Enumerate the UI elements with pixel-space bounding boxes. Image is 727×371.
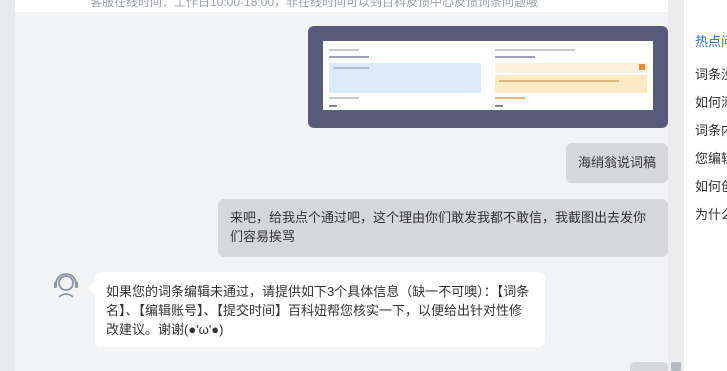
image-message[interactable] xyxy=(308,26,668,128)
headset-icon xyxy=(51,270,81,300)
screenshot-thumbnail[interactable] xyxy=(323,41,653,110)
hot-question-item[interactable]: 如何创 xyxy=(695,176,727,195)
hot-questions-title: 热点问 xyxy=(695,34,727,49)
service-hours-notice: 客服在线时间：工作日10:00-18:00，非在线时间可以到百科反馈中心反馈词条… xyxy=(15,0,668,12)
hot-question-item[interactable]: 您编辑 xyxy=(695,148,727,167)
message-text: 如果您的词条编辑未通过，请提供如下3个具体信息（缺一不可噢）：【词条名】、【编辑… xyxy=(106,284,530,337)
hot-question-item[interactable]: 为什么 xyxy=(695,204,727,223)
user-message-partial xyxy=(630,362,668,371)
left-gutter xyxy=(0,0,15,371)
user-message: 海绡翁说词稿 xyxy=(566,143,668,183)
scrollbar[interactable] xyxy=(668,0,684,371)
scrollbar-thumb[interactable] xyxy=(671,362,681,371)
service-hours-text: 客服在线时间：工作日10:00-18:00，非在线时间可以到百科反馈中心反馈词条… xyxy=(90,0,539,9)
hot-question-item[interactable]: 词条没 xyxy=(695,64,727,83)
hot-questions-panel: 热点问 词条没 如何添 词条内 您编辑 如何创 为什么 xyxy=(684,0,727,371)
bot-message: 如果您的词条编辑未通过，请提供如下3个具体信息（缺一不可噢）：【词条名】、【编辑… xyxy=(88,272,545,347)
user-message: 来吧，给我点个通过吧，这个理由你们敢发我都不敢信，我截图出去发你们容易挨骂 xyxy=(218,199,668,257)
message-text: 来吧，给我点个通过吧，这个理由你们敢发我都不敢信，我截图出去发你们容易挨骂 xyxy=(230,210,647,244)
chat-area[interactable]: 客服在线时间：工作日10:00-18:00，非在线时间可以到百科反馈中心反馈词条… xyxy=(15,0,668,371)
hot-question-item[interactable]: 如何添 xyxy=(695,92,727,111)
chat-window: 客服在线时间：工作日10:00-18:00，非在线时间可以到百科反馈中心反馈词条… xyxy=(0,0,727,371)
hot-question-item[interactable]: 词条内 xyxy=(695,120,727,139)
message-text: 海绡翁说词稿 xyxy=(578,155,657,170)
